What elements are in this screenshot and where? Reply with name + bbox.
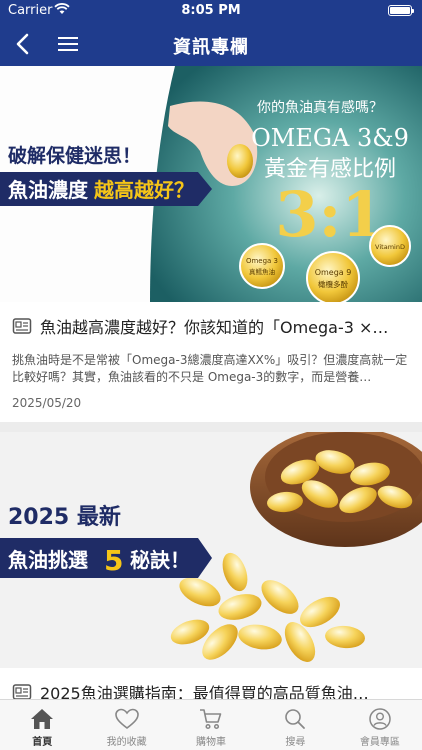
status-bar: Carrier 8:05 PM bbox=[0, 0, 422, 22]
svg-text:真鱈魚油: 真鱈魚油 bbox=[249, 267, 275, 276]
article-card[interactable]: 3:1 Omega 3 真鱈魚油 Omega 9 橄欖多酚 VitaminD 你… bbox=[0, 66, 422, 422]
tab-bar: 首頁 我的收藏 購物車 搜尋 會員專區 bbox=[0, 699, 422, 750]
tab-label: 首頁 bbox=[32, 737, 53, 748]
tab-home[interactable]: 首頁 bbox=[0, 700, 84, 750]
svg-text:Omega 9: Omega 9 bbox=[315, 268, 352, 277]
ratio-graphic: 3:1 bbox=[275, 178, 384, 251]
svg-text:破解保健迷思！: 破解保健迷思！ bbox=[8, 144, 141, 167]
article-title[interactable]: 2025魚油選購指南：最值得買的高品質魚油… bbox=[40, 680, 369, 699]
svg-text:黃金有感比例: 黃金有感比例 bbox=[264, 157, 396, 182]
article-list: 3:1 Omega 3 真鱈魚油 Omega 9 橄欖多酚 VitaminD 你… bbox=[0, 66, 422, 699]
article-icon bbox=[12, 318, 32, 334]
clock: 8:05 PM bbox=[181, 3, 241, 18]
navigation-bar: 資訊專欄 bbox=[0, 22, 422, 66]
svg-text:Omega 3: Omega 3 bbox=[246, 257, 278, 265]
article-summary: 挑魚油時是不是常被「Omega-3總濃度高達XX%」吸引？但濃度高就一定比較好嗎… bbox=[12, 353, 408, 384]
page-title: 資訊專欄 bbox=[173, 37, 249, 58]
tab-label: 搜尋 bbox=[285, 737, 306, 748]
tab-search[interactable]: 搜尋 bbox=[253, 700, 337, 750]
svg-text:橄欖多酚: 橄欖多酚 bbox=[318, 279, 348, 289]
article-title[interactable]: 魚油越高濃度越好？你該知道的「Omega-3 ×… bbox=[40, 314, 388, 338]
svg-text:2025 最新: 2025 最新 bbox=[8, 504, 121, 530]
article-banner-image: 2025 最新 魚油挑選 5 秘訣！ bbox=[0, 432, 422, 668]
svg-text:OMEGA 3&9: OMEGA 3&9 bbox=[251, 124, 409, 152]
tab-label: 購物車 bbox=[196, 737, 227, 748]
svg-text:VitaminD: VitaminD bbox=[375, 243, 405, 251]
svg-text:魚油挑選: 魚油挑選 bbox=[8, 548, 88, 572]
article-card[interactable]: 2025 最新 魚油挑選 5 秘訣！ 2025魚油選購指南：最值得買的高品質魚油… bbox=[0, 432, 422, 699]
article-icon bbox=[12, 684, 32, 699]
svg-text:越高越好？: 越高越好？ bbox=[93, 178, 194, 202]
svg-text:魚油濃度: 魚油濃度 bbox=[8, 178, 89, 202]
tab-label: 會員專區 bbox=[359, 737, 400, 748]
cart-icon bbox=[200, 709, 222, 730]
heart-icon bbox=[114, 708, 139, 730]
article-date: 2025/05/20 bbox=[12, 396, 82, 410]
svg-text:秘訣！: 秘訣！ bbox=[130, 548, 190, 572]
search-icon bbox=[285, 709, 306, 729]
article-banner-image: 3:1 Omega 3 真鱈魚油 Omega 9 橄欖多酚 VitaminD 你… bbox=[0, 66, 422, 302]
tab-member[interactable]: 會員專區 bbox=[338, 700, 422, 750]
user-icon bbox=[369, 708, 391, 730]
svg-text:你的魚油真有感嗎？: 你的魚油真有感嗎？ bbox=[257, 99, 383, 116]
tab-label: 我的收藏 bbox=[106, 737, 147, 748]
home-icon bbox=[31, 709, 54, 729]
battery-icon bbox=[388, 5, 414, 16]
svg-text:5: 5 bbox=[104, 544, 123, 577]
tab-cart[interactable]: 購物車 bbox=[169, 700, 253, 750]
tab-favorites[interactable]: 我的收藏 bbox=[84, 700, 168, 750]
